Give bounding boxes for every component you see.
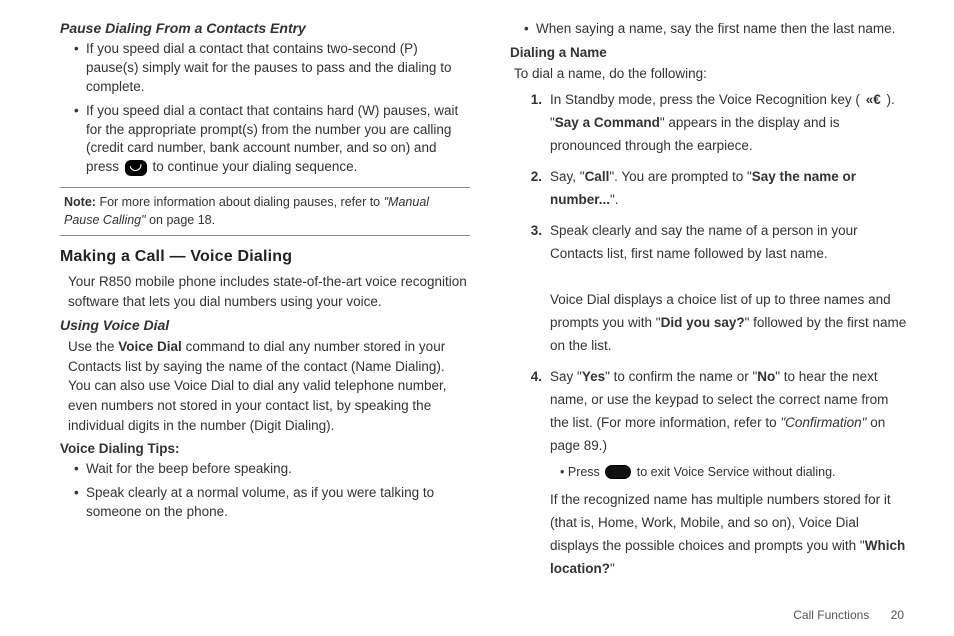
note-tail: on page 18.	[149, 213, 215, 227]
using-voice-dial-text: Use the Voice Dial command to dial any n…	[68, 337, 470, 435]
text-part: Use the	[68, 339, 118, 354]
step-text: Say "Yes" to confirm the name or "No" to…	[550, 369, 888, 453]
sub-bullet: Press to exit Voice Service without dial…	[550, 462, 910, 483]
bold-term: Did you say?	[661, 315, 745, 330]
step-item: 2. Say, "Call". You are prompted to "Say …	[520, 166, 910, 212]
heading-voice-dialing: Making a Call — Voice Dialing	[60, 248, 470, 266]
bold-term: No	[757, 369, 775, 384]
step-number: 2.	[520, 166, 542, 189]
tips-list: Wait for the beep before speaking. Speak…	[60, 460, 470, 522]
dialing-intro: To dial a name, do the following:	[514, 64, 910, 84]
step-text: Say, "Call". You are prompted to "Say th…	[550, 169, 856, 207]
bold-term: Which location?	[550, 538, 905, 576]
bold-term: Call	[585, 169, 610, 184]
top-bullet-list: When saying a name, say the first name t…	[510, 20, 910, 39]
step-text: Speak clearly and say the name of a pers…	[550, 223, 906, 353]
step-item: 4. Say "Yes" to confirm the name or "No" …	[520, 366, 910, 581]
list-item: If you speed dial a contact that contain…	[74, 102, 470, 178]
footer-section: Call Functions	[793, 608, 869, 622]
right-column: When saying a name, say the first name t…	[510, 20, 910, 580]
step-tail: If the recognized name has multiple numb…	[550, 489, 910, 581]
step-item: 3. Speak clearly and say the name of a pe…	[520, 220, 910, 358]
footer-page-number: 20	[891, 608, 904, 622]
end-call-icon	[125, 160, 147, 176]
list-item: Wait for the beep before speaking.	[74, 460, 470, 479]
step-item: 1. In Standby mode, press the Voice Recog…	[520, 89, 910, 158]
italic-reference: "Confirmation"	[780, 415, 866, 430]
key-icon	[605, 465, 631, 479]
voice-recognition-icon: «€	[866, 89, 881, 112]
step-text: In Standby mode, press the Voice Recogni…	[550, 92, 895, 153]
list-item: If you speed dial a contact that contain…	[74, 40, 470, 97]
steps-list: 1. In Standby mode, press the Voice Recog…	[510, 89, 910, 580]
list-item: Speak clearly at a normal volume, as if …	[74, 484, 470, 522]
heading-voice-dialing-tips: Voice Dialing Tips:	[60, 441, 470, 456]
step-number: 3.	[520, 220, 542, 243]
note-box: Note: For more information about dialing…	[60, 187, 470, 236]
list-item: When saying a name, say the first name t…	[524, 20, 910, 39]
heading-dialing-a-name: Dialing a Name	[510, 45, 910, 60]
bold-term: Say a Command	[555, 115, 660, 130]
voice-dialing-intro: Your R850 mobile phone includes state-of…	[68, 272, 470, 311]
note-label: Note:	[64, 195, 96, 209]
note-text: For more information about dialing pause…	[99, 195, 383, 209]
left-column: Pause Dialing From a Contacts Entry If y…	[60, 20, 470, 580]
page-footer: Call Functions 20	[793, 608, 904, 622]
step-number: 1.	[520, 89, 542, 112]
heading-pause-dialing: Pause Dialing From a Contacts Entry	[60, 20, 470, 36]
bold-term: Yes	[582, 369, 605, 384]
step-number: 4.	[520, 366, 542, 389]
heading-using-voice-dial: Using Voice Dial	[60, 317, 470, 333]
bullet-text: If you speed dial a contact that contain…	[86, 41, 451, 94]
bold-term: Voice Dial	[118, 339, 182, 354]
pause-dialing-bullets: If you speed dial a contact that contain…	[60, 40, 470, 177]
